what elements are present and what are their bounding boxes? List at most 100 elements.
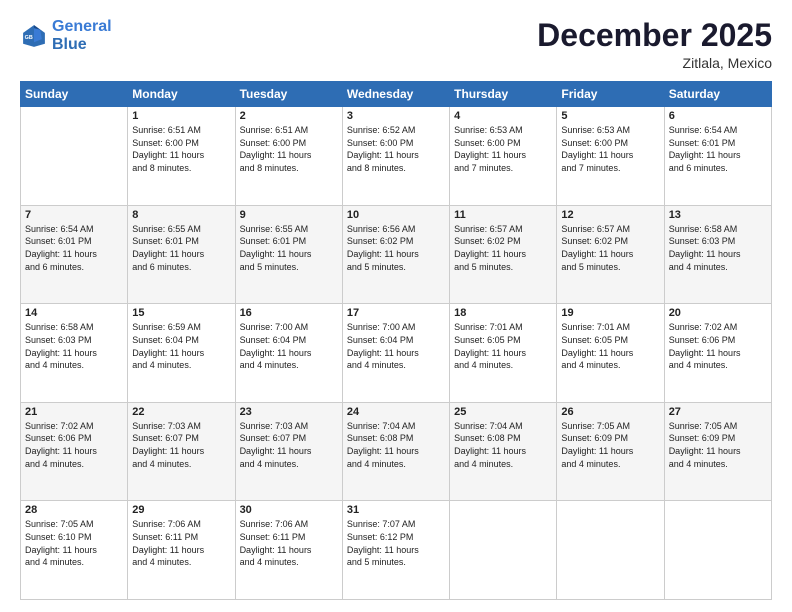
day-number: 11 [454, 209, 552, 221]
day-info: Sunrise: 7:04 AM Sunset: 6:08 PM Dayligh… [347, 420, 445, 470]
day-info: Sunrise: 6:57 AM Sunset: 6:02 PM Dayligh… [454, 223, 552, 273]
day-number: 7 [25, 209, 123, 221]
day-number: 6 [669, 110, 767, 122]
day-info: Sunrise: 7:06 AM Sunset: 6:11 PM Dayligh… [240, 518, 338, 568]
calendar-cell [664, 501, 771, 600]
day-number: 19 [561, 307, 659, 319]
calendar-cell: 12Sunrise: 6:57 AM Sunset: 6:02 PM Dayli… [557, 205, 664, 304]
day-number: 10 [347, 209, 445, 221]
day-info: Sunrise: 7:00 AM Sunset: 6:04 PM Dayligh… [347, 321, 445, 371]
calendar-cell: 21 Sunrise: 7:02 AM Sunset: 6:06 PM Dayli… [21, 402, 128, 501]
day-info: Sunrise: 6:54 AM Sunset: 6:01 PM Dayligh… [669, 124, 767, 174]
day-number: 8 [132, 209, 230, 221]
calendar-cell: 13Sunrise: 6:58 AM Sunset: 6:03 PM Dayli… [664, 205, 771, 304]
calendar-cell: 25Sunrise: 7:04 AM Sunset: 6:08 PM Dayli… [450, 402, 557, 501]
weekday-header-monday: Monday [128, 82, 235, 107]
calendar-cell: 2Sunrise: 6:51 AM Sunset: 6:00 PM Daylig… [235, 107, 342, 206]
calendar-cell: 26 Sunrise: 7:05 AM Sunset: 6:09 PM Dayli… [557, 402, 664, 501]
calendar-table: SundayMondayTuesdayWednesdayThursdayFrid… [20, 81, 772, 600]
day-number: 23 [240, 406, 338, 418]
day-number: 14 [25, 307, 123, 319]
logo-general: General [52, 18, 112, 35]
day-number: 5 [561, 110, 659, 122]
day-info: Sunrise: 6:57 AM Sunset: 6:02 PM Dayligh… [561, 223, 659, 273]
calendar-cell: 29 Sunrise: 7:06 AM Sunset: 6:11 PM Dayli… [128, 501, 235, 600]
day-number: 20 [669, 307, 767, 319]
day-number: 3 [347, 110, 445, 122]
day-info: Sunrise: 6:53 AM Sunset: 6:00 PM Dayligh… [454, 124, 552, 174]
calendar-cell: 17Sunrise: 7:00 AM Sunset: 6:04 PM Dayli… [342, 304, 449, 403]
day-info: Sunrise: 7:02 AM Sunset: 6:06 PM Dayligh… [25, 420, 123, 470]
calendar-cell: 28 Sunrise: 7:05 AM Sunset: 6:10 PM Dayli… [21, 501, 128, 600]
day-info: Sunrise: 6:59 AM Sunset: 6:04 PM Dayligh… [132, 321, 230, 371]
calendar-cell: 30 Sunrise: 7:06 AM Sunset: 6:11 PM Dayli… [235, 501, 342, 600]
day-info: Sunrise: 7:05 AM Sunset: 6:10 PM Dayligh… [25, 518, 123, 568]
calendar-cell: 15 Sunrise: 6:59 AM Sunset: 6:04 PM Dayli… [128, 304, 235, 403]
calendar-cell: 16Sunrise: 7:00 AM Sunset: 6:04 PM Dayli… [235, 304, 342, 403]
week-row-4: 21 Sunrise: 7:02 AM Sunset: 6:06 PM Dayli… [21, 402, 772, 501]
calendar-cell: 20 Sunrise: 7:02 AM Sunset: 6:06 PM Dayli… [664, 304, 771, 403]
calendar-cell: 3Sunrise: 6:52 AM Sunset: 6:00 PM Daylig… [342, 107, 449, 206]
day-info: Sunrise: 6:56 AM Sunset: 6:02 PM Dayligh… [347, 223, 445, 273]
logo: GB General Blue [20, 18, 112, 53]
day-info: Sunrise: 6:55 AM Sunset: 6:01 PM Dayligh… [240, 223, 338, 273]
day-info: Sunrise: 6:54 AM Sunset: 6:01 PM Dayligh… [25, 223, 123, 273]
day-number: 30 [240, 504, 338, 516]
day-number: 29 [132, 504, 230, 516]
day-number: 31 [347, 504, 445, 516]
header: GB General Blue December 2025 Zitlala, M… [20, 18, 772, 71]
day-info: Sunrise: 7:00 AM Sunset: 6:04 PM Dayligh… [240, 321, 338, 371]
svg-text:GB: GB [25, 35, 33, 41]
week-row-5: 28 Sunrise: 7:05 AM Sunset: 6:10 PM Dayli… [21, 501, 772, 600]
week-row-2: 7 Sunrise: 6:54 AM Sunset: 6:01 PM Daylig… [21, 205, 772, 304]
day-number: 21 [25, 406, 123, 418]
weekday-header-saturday: Saturday [664, 82, 771, 107]
calendar-cell: 9Sunrise: 6:55 AM Sunset: 6:01 PM Daylig… [235, 205, 342, 304]
day-number: 28 [25, 504, 123, 516]
calendar-cell: 5 Sunrise: 6:53 AM Sunset: 6:00 PM Daylig… [557, 107, 664, 206]
day-info: Sunrise: 7:07 AM Sunset: 6:12 PM Dayligh… [347, 518, 445, 568]
day-info: Sunrise: 6:58 AM Sunset: 6:03 PM Dayligh… [669, 223, 767, 273]
calendar-cell: 22Sunrise: 7:03 AM Sunset: 6:07 PM Dayli… [128, 402, 235, 501]
day-number: 22 [132, 406, 230, 418]
calendar-cell: 23Sunrise: 7:03 AM Sunset: 6:07 PM Dayli… [235, 402, 342, 501]
month-title: December 2025 [537, 18, 772, 53]
calendar-cell: 19 Sunrise: 7:01 AM Sunset: 6:05 PM Dayli… [557, 304, 664, 403]
day-info: Sunrise: 7:06 AM Sunset: 6:11 PM Dayligh… [132, 518, 230, 568]
day-number: 25 [454, 406, 552, 418]
calendar-cell: 7 Sunrise: 6:54 AM Sunset: 6:01 PM Daylig… [21, 205, 128, 304]
calendar-cell: 24Sunrise: 7:04 AM Sunset: 6:08 PM Dayli… [342, 402, 449, 501]
calendar-cell [450, 501, 557, 600]
day-info: Sunrise: 6:58 AM Sunset: 6:03 PM Dayligh… [25, 321, 123, 371]
week-row-3: 14 Sunrise: 6:58 AM Sunset: 6:03 PM Dayli… [21, 304, 772, 403]
page: GB General Blue December 2025 Zitlala, M… [0, 0, 792, 612]
calendar-cell [21, 107, 128, 206]
logo-blue: Blue [52, 36, 87, 53]
calendar-cell [557, 501, 664, 600]
week-row-1: 1Sunrise: 6:51 AM Sunset: 6:00 PM Daylig… [21, 107, 772, 206]
day-number: 4 [454, 110, 552, 122]
day-info: Sunrise: 7:02 AM Sunset: 6:06 PM Dayligh… [669, 321, 767, 371]
day-info: Sunrise: 7:01 AM Sunset: 6:05 PM Dayligh… [454, 321, 552, 371]
day-number: 15 [132, 307, 230, 319]
calendar-cell: 14 Sunrise: 6:58 AM Sunset: 6:03 PM Dayli… [21, 304, 128, 403]
calendar-cell: 11 Sunrise: 6:57 AM Sunset: 6:02 PM Dayli… [450, 205, 557, 304]
day-info: Sunrise: 6:53 AM Sunset: 6:00 PM Dayligh… [561, 124, 659, 174]
logo-text: General Blue [52, 18, 112, 53]
calendar-cell: 6 Sunrise: 6:54 AM Sunset: 6:01 PM Daylig… [664, 107, 771, 206]
calendar-cell: 8 Sunrise: 6:55 AM Sunset: 6:01 PM Daylig… [128, 205, 235, 304]
calendar-cell: 27Sunrise: 7:05 AM Sunset: 6:09 PM Dayli… [664, 402, 771, 501]
calendar-cell: 1Sunrise: 6:51 AM Sunset: 6:00 PM Daylig… [128, 107, 235, 206]
day-number: 1 [132, 110, 230, 122]
weekday-header-friday: Friday [557, 82, 664, 107]
day-number: 2 [240, 110, 338, 122]
header-row: SundayMondayTuesdayWednesdayThursdayFrid… [21, 82, 772, 107]
weekday-header-tuesday: Tuesday [235, 82, 342, 107]
weekday-header-sunday: Sunday [21, 82, 128, 107]
day-info: Sunrise: 7:05 AM Sunset: 6:09 PM Dayligh… [561, 420, 659, 470]
day-number: 26 [561, 406, 659, 418]
weekday-header-wednesday: Wednesday [342, 82, 449, 107]
day-info: Sunrise: 7:01 AM Sunset: 6:05 PM Dayligh… [561, 321, 659, 371]
day-info: Sunrise: 6:55 AM Sunset: 6:01 PM Dayligh… [132, 223, 230, 273]
calendar-cell: 10 Sunrise: 6:56 AM Sunset: 6:02 PM Dayli… [342, 205, 449, 304]
